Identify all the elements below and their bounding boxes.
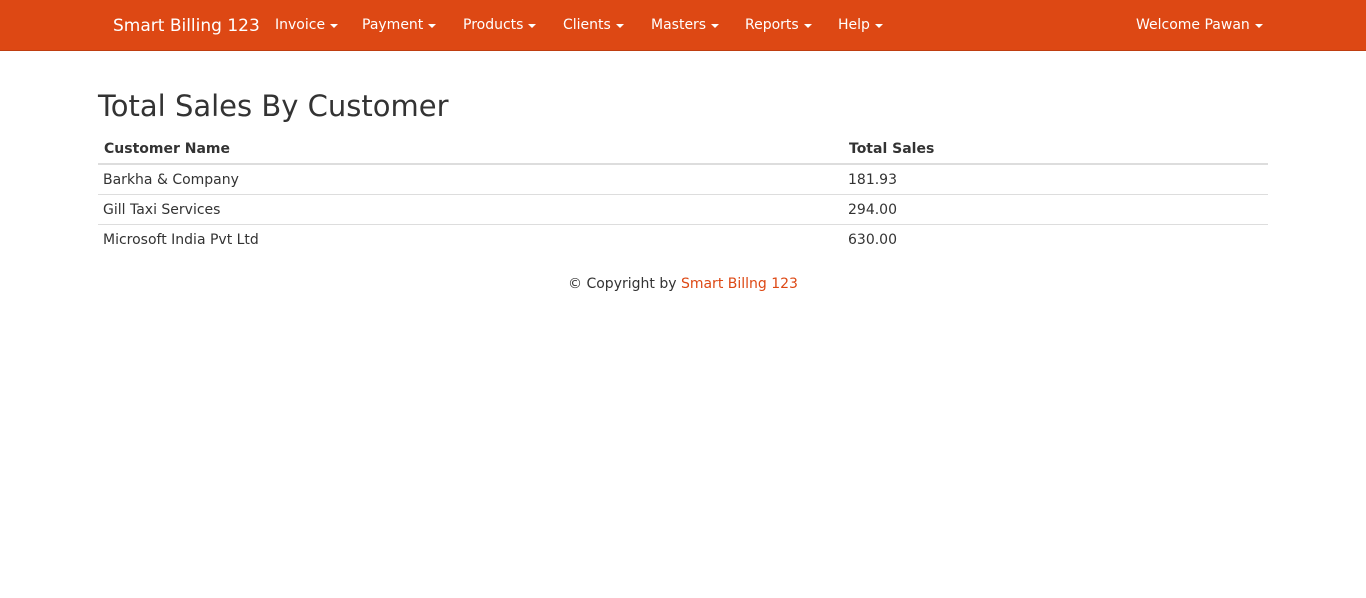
table-row: Microsoft India Pvt Ltd 630.00 [98, 224, 1268, 254]
customer-name-cell: Barkha & Company [103, 172, 239, 188]
footer-brand-link[interactable]: Smart Billng 123 [681, 276, 798, 292]
customer-name-cell: Microsoft India Pvt Ltd [98, 224, 843, 254]
caret-down-icon [615, 24, 624, 28]
menu-invoice-label: Invoice [275, 17, 326, 33]
total-sales-cell: 181.93 [848, 172, 897, 188]
caret-down-icon [803, 24, 812, 28]
user-menu[interactable]: Welcome Pawan [1136, 17, 1263, 33]
brand-link[interactable]: Smart Billing 123 [113, 16, 260, 36]
user-menu-label: Welcome Pawan [1136, 17, 1250, 33]
sales-table: Customer Name Total Sales Barkha & Compa… [98, 135, 1268, 254]
menu-payment[interactable]: Payment [362, 17, 437, 33]
total-sales-cell: 630.00 [843, 224, 1268, 254]
table-row: Gill Taxi Services 294.00 [98, 194, 1268, 225]
caret-down-icon [1254, 24, 1263, 28]
top-navbar: Smart Billing 123 Invoice Payment Produc… [0, 0, 1366, 51]
menu-clients[interactable]: Clients [563, 17, 624, 33]
table-header-row: Customer Name Total Sales [98, 135, 1268, 165]
menu-products[interactable]: Products [463, 17, 537, 33]
column-header-customer-name: Customer Name [98, 135, 843, 165]
menu-help-label: Help [838, 17, 870, 33]
caret-down-icon [528, 24, 537, 28]
copyright-text: © Copyright by [568, 276, 677, 292]
menu-invoice[interactable]: Invoice [275, 17, 339, 33]
total-sales-cell: 294.00 [843, 194, 1268, 225]
menu-reports[interactable]: Reports [745, 17, 812, 33]
page-title: Total Sales By Customer [98, 89, 449, 123]
caret-down-icon [428, 24, 437, 28]
menu-clients-label: Clients [563, 17, 611, 33]
menu-masters-label: Masters [651, 17, 707, 33]
column-header-total-sales: Total Sales [843, 135, 1268, 165]
menu-reports-label: Reports [745, 17, 799, 33]
menu-masters[interactable]: Masters [651, 17, 720, 33]
customer-name-cell: Gill Taxi Services [98, 194, 843, 225]
caret-down-icon [711, 24, 720, 28]
menu-help[interactable]: Help [838, 17, 883, 33]
footer: © Copyright by Smart Billng 123 [0, 276, 1366, 292]
caret-down-icon [330, 24, 339, 28]
caret-down-icon [874, 24, 883, 28]
menu-payment-label: Payment [362, 17, 424, 33]
menu-products-label: Products [463, 17, 524, 33]
table-row: Barkha & Company 181.93 [98, 164, 1268, 195]
